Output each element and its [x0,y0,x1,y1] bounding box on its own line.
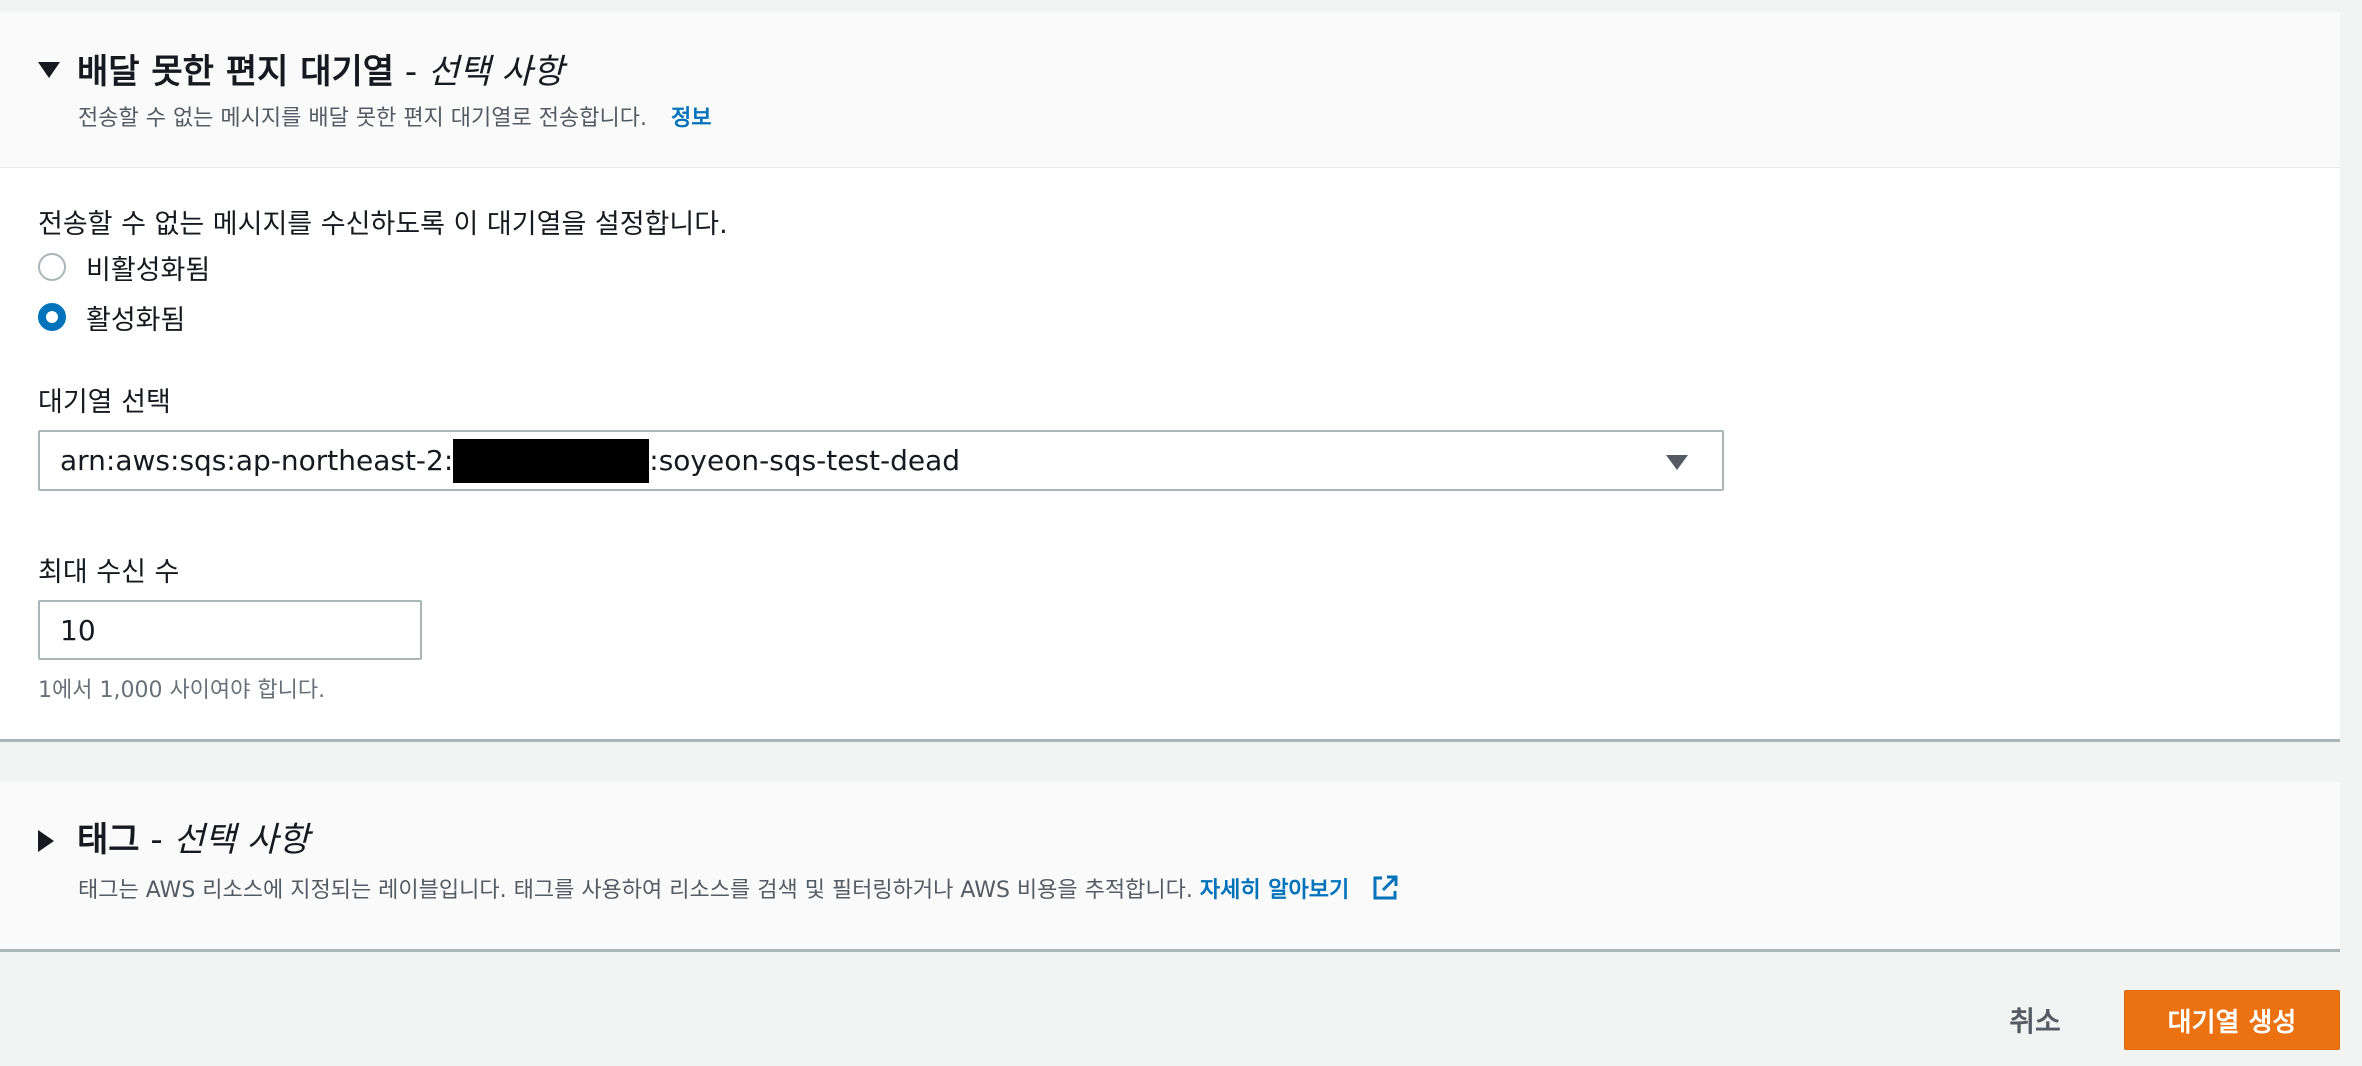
external-link-icon[interactable] [1370,873,1400,903]
title-separator: - [139,820,174,860]
create-queue-button[interactable]: 대기열 생성 [2124,990,2340,1050]
queue-arn-prefix: arn:aws:sqs:ap-northeast-2: [60,444,454,477]
dlq-setup-label: 전송할 수 없는 메시지를 수신하도록 이 대기열을 설정합니다. [38,209,728,240]
redacted-account-id [453,438,650,483]
description-text: 태그는 AWS 리소스에 지정되는 레이블입니다. 태그를 사용하여 리소스를 … [78,878,1193,903]
learn-more-link[interactable]: 자세히 알아보기 [1200,878,1349,903]
max-receive-hint: 1에서 1,000 사이여야 합니다. [38,678,326,703]
radio-disabled-label[interactable]: 비활성화됨 [86,248,210,287]
title-separator: - [394,52,428,92]
dead-letter-queue-title: 배달 못한 편지 대기열 - 선택 사항 [77,44,564,93]
page-background-top [0,0,2340,12]
radio-disabled-option[interactable]: 비활성화됨 [38,252,210,286]
cancel-button[interactable]: 취소 [1990,998,2080,1042]
dead-letter-queue-header[interactable]: 배달 못한 편지 대기열 - 선택 사항 전송할 수 없는 메시지를 배달 못한… [0,12,2340,168]
queue-arn-suffix: :soyeon-sqs-test-dead [649,444,961,477]
max-receive-value[interactable]: 10 [60,614,96,647]
radio-enabled-label[interactable]: 활성화됨 [86,298,185,337]
title-optional-text: 선택 사항 [427,52,564,92]
tags-description: 태그는 AWS 리소스에 지정되는 레이블입니다. 태그를 사용하여 리소스를 … [78,872,1400,904]
dead-letter-queue-description: 전송할 수 없는 메시지를 배달 못한 편지 대기열로 전송합니다. 정보 [78,100,711,132]
title-optional-text: 선택 사항 [173,820,310,860]
tags-title: 태그 - 선택 사항 [77,812,309,861]
caret-down-icon[interactable] [38,62,60,78]
chevron-down-icon[interactable] [1666,455,1688,470]
tags-header[interactable]: 태그 - 선택 사항 태그는 AWS 리소스에 지정되는 레이블입니다. 태그를… [0,782,2340,949]
radio-enabled[interactable] [38,303,66,331]
radio-enabled-option[interactable]: 활성화됨 [38,302,185,336]
section-title-text: 태그 [77,820,140,860]
dead-letter-queue-panel: 배달 못한 편지 대기열 - 선택 사항 전송할 수 없는 메시지를 배달 못한… [0,12,2340,742]
queue-select-label: 대기열 선택 [38,387,171,418]
queue-select-dropdown[interactable]: arn:aws:sqs:ap-northeast-2: :soyeon-sqs-t… [38,430,1724,491]
tags-panel: 태그 - 선택 사항 태그는 AWS 리소스에 지정되는 레이블입니다. 태그를… [0,782,2340,952]
radio-disabled[interactable] [38,253,66,281]
info-link[interactable]: 정보 [671,106,711,131]
max-receive-label: 최대 수신 수 [38,557,180,588]
caret-right-icon[interactable] [38,830,54,852]
section-title-text: 배달 못한 편지 대기열 [77,52,395,92]
max-receive-input[interactable]: 10 [38,600,422,660]
description-text: 전송할 수 없는 메시지를 배달 못한 편지 대기열로 전송합니다. [78,106,647,131]
